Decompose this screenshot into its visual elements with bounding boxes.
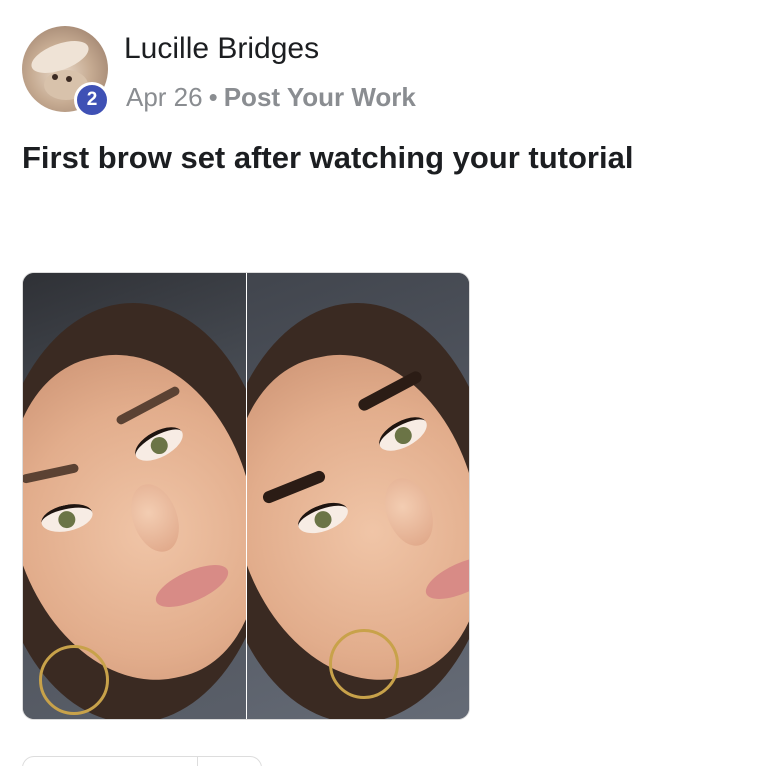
photo-iris bbox=[147, 434, 171, 458]
photo-after bbox=[247, 273, 469, 719]
photo-iris bbox=[56, 509, 77, 530]
photo-before bbox=[23, 273, 246, 719]
notification-badge: 2 bbox=[74, 82, 110, 118]
avatar-image-detail bbox=[52, 74, 58, 80]
avatar-image-detail bbox=[66, 76, 72, 82]
post-date[interactable]: Apr 26 bbox=[126, 82, 203, 112]
post-card: 2 Lucille Bridges Apr 26 • Post Your Work … bbox=[0, 0, 769, 766]
post-photo[interactable] bbox=[22, 272, 470, 720]
author-name[interactable]: Lucille Bridges bbox=[124, 32, 319, 66]
photo-earring bbox=[329, 629, 399, 699]
reaction-bar[interactable] bbox=[22, 756, 262, 766]
post-text: First brow set after watching your tutor… bbox=[22, 140, 634, 175]
post-topic[interactable]: Post Your Work bbox=[224, 82, 416, 112]
meta-separator: • bbox=[208, 82, 218, 112]
author-avatar-container[interactable]: 2 bbox=[22, 26, 110, 118]
photo-earring bbox=[39, 645, 109, 715]
reaction-bar-divider bbox=[197, 757, 198, 766]
photo-iris bbox=[312, 508, 334, 531]
photo-iris bbox=[391, 424, 415, 448]
post-meta: Apr 26 • Post Your Work bbox=[126, 82, 416, 113]
